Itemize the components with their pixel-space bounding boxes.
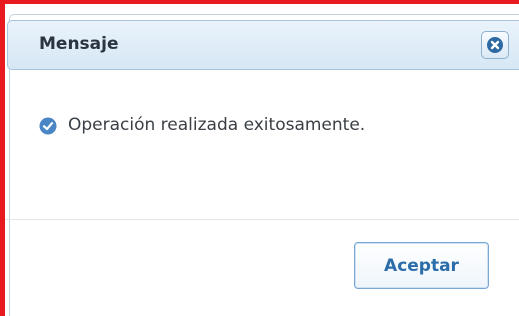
close-icon	[487, 37, 503, 53]
screenshot-frame: Mensaje Operación realizada exitosamente…	[0, 0, 519, 316]
dialog-title: Mensaje	[39, 34, 119, 54]
red-frame-left	[0, 0, 5, 316]
check-circle-icon	[39, 117, 57, 135]
close-button[interactable]	[481, 31, 509, 59]
dialog-divider	[5, 219, 519, 220]
accept-button[interactable]: Aceptar	[354, 242, 489, 289]
dialog-message: Operación realizada exitosamente.	[68, 115, 366, 135]
red-frame-top	[0, 0, 519, 4]
